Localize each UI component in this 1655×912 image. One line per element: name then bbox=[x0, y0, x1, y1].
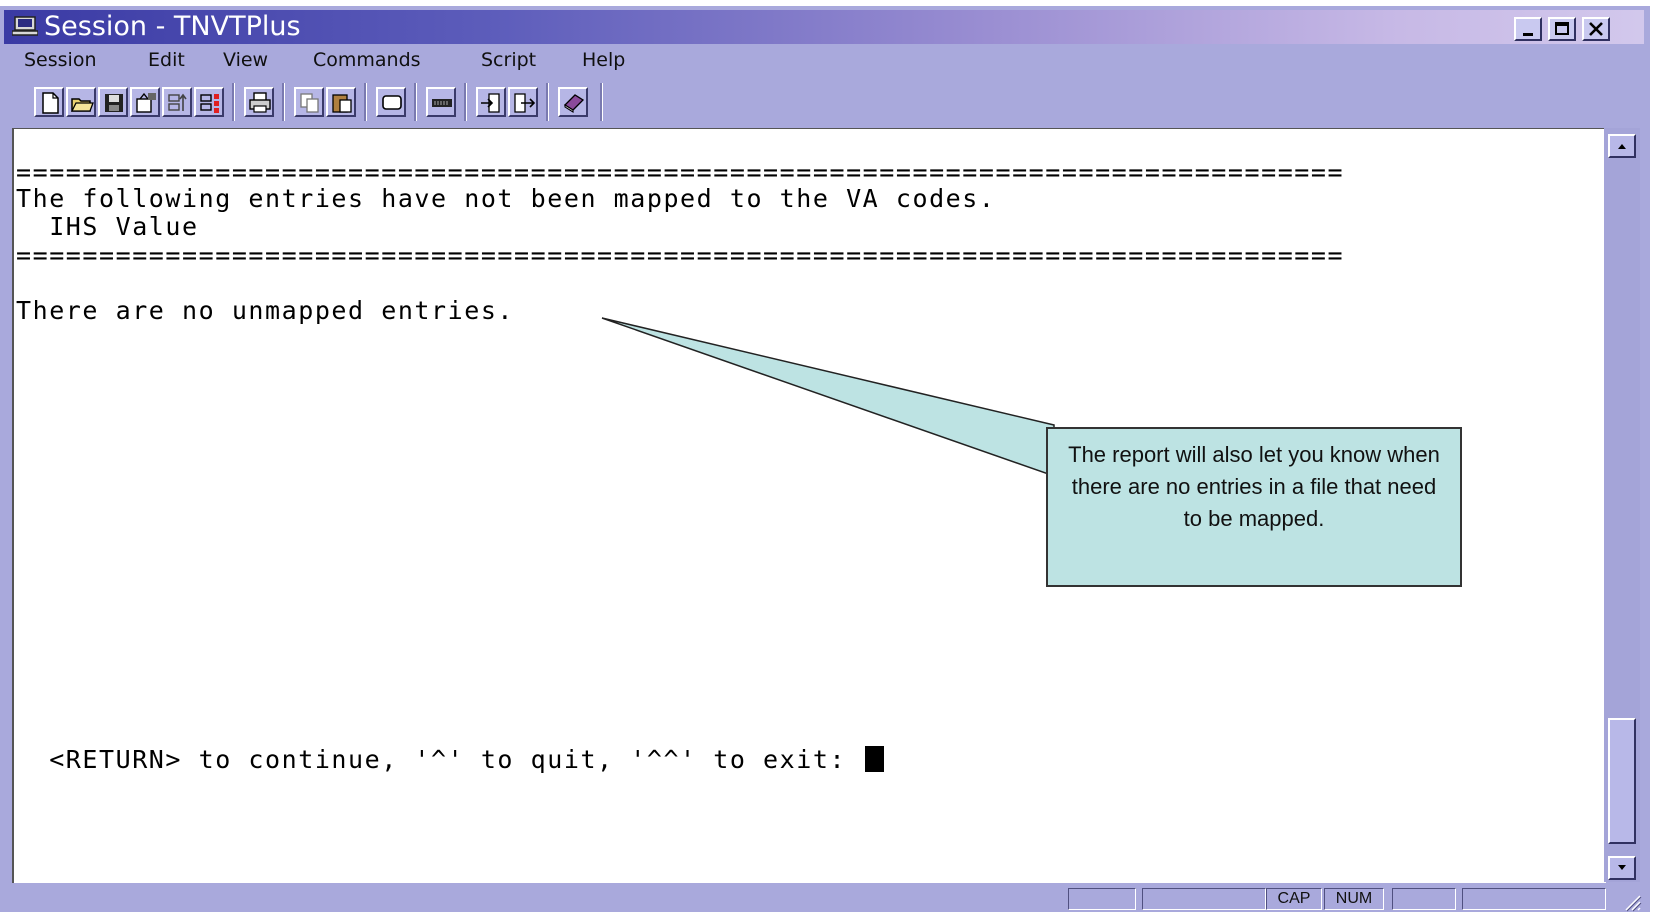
send-file-icon bbox=[481, 93, 500, 113]
screen-button[interactable] bbox=[376, 87, 406, 117]
status-panel bbox=[1462, 888, 1606, 910]
capture-icon bbox=[168, 93, 187, 111]
book-button[interactable] bbox=[558, 87, 588, 117]
toolbar-separator bbox=[600, 83, 603, 121]
screen-icon bbox=[382, 95, 402, 110]
arrow-down-icon bbox=[1618, 865, 1626, 870]
record-icon bbox=[200, 94, 219, 113]
terminal-app-icon bbox=[12, 16, 38, 36]
arrow-up-icon bbox=[1618, 144, 1626, 149]
new-button[interactable] bbox=[34, 87, 64, 117]
scroll-thumb[interactable] bbox=[1608, 718, 1636, 844]
maximize-icon bbox=[1555, 22, 1569, 35]
status-panel bbox=[1142, 888, 1266, 910]
menu-commands[interactable]: Commands bbox=[313, 49, 421, 71]
record-button[interactable] bbox=[194, 87, 224, 117]
send-file-button[interactable] bbox=[476, 87, 506, 117]
status-panel bbox=[1068, 888, 1136, 910]
save-icon bbox=[105, 94, 123, 112]
toolbar-separator bbox=[364, 83, 367, 121]
title-bar[interactable]: Session - TNVTPlus bbox=[4, 10, 1644, 44]
open-icon bbox=[70, 98, 94, 112]
save-button[interactable] bbox=[98, 87, 128, 117]
print-button[interactable] bbox=[244, 87, 274, 117]
book-icon bbox=[563, 94, 585, 113]
properties-icon bbox=[136, 92, 156, 113]
receive-file-button[interactable] bbox=[508, 87, 538, 117]
toolbar-separator bbox=[232, 83, 235, 121]
toolbar-separator bbox=[546, 83, 549, 121]
caps-lock-indicator: CAP bbox=[1266, 888, 1322, 910]
paste-icon bbox=[332, 94, 352, 113]
menu-bar: Session Edit View Commands Script Help bbox=[4, 46, 1644, 74]
print-icon bbox=[249, 92, 271, 113]
maximize-button[interactable] bbox=[1548, 17, 1576, 41]
scroll-up-button[interactable] bbox=[1608, 134, 1636, 158]
menu-view[interactable]: View bbox=[223, 49, 268, 71]
properties-button[interactable] bbox=[130, 87, 160, 117]
receive-file-icon bbox=[514, 93, 536, 113]
copy-button[interactable] bbox=[294, 87, 324, 117]
minimize-button[interactable] bbox=[1514, 17, 1542, 41]
callout-box: The report will also let you know when t… bbox=[1046, 427, 1462, 587]
menu-script[interactable]: Script bbox=[481, 49, 536, 71]
toolbar-separator bbox=[414, 83, 417, 121]
window-title: Session - TNVTPlus bbox=[44, 11, 301, 42]
toolbar-separator bbox=[282, 83, 285, 121]
scroll-down-button[interactable] bbox=[1608, 856, 1636, 880]
capture-button[interactable] bbox=[162, 87, 192, 117]
copy-icon bbox=[300, 93, 319, 113]
keyboard-button[interactable] bbox=[426, 87, 456, 117]
minimize-icon bbox=[1523, 33, 1533, 36]
menu-session[interactable]: Session bbox=[24, 49, 97, 71]
paste-button[interactable] bbox=[326, 87, 356, 117]
toolbar bbox=[4, 79, 1644, 123]
close-icon bbox=[1589, 22, 1603, 36]
status-bar: CAP NUM bbox=[4, 886, 1644, 912]
menu-edit[interactable]: Edit bbox=[148, 49, 185, 71]
num-lock-indicator: NUM bbox=[1324, 888, 1384, 910]
resize-grip-icon[interactable] bbox=[1620, 890, 1642, 912]
status-panel bbox=[1392, 888, 1456, 910]
toolbar-separator bbox=[464, 83, 467, 121]
close-button[interactable] bbox=[1582, 17, 1610, 41]
new-icon bbox=[42, 92, 59, 114]
open-button[interactable] bbox=[66, 87, 96, 117]
keyboard-icon bbox=[432, 99, 452, 107]
menu-help[interactable]: Help bbox=[582, 49, 625, 71]
app-window: Session - TNVTPlus Session Edit View Com… bbox=[0, 6, 1650, 912]
vertical-scrollbar[interactable] bbox=[1604, 128, 1640, 882]
